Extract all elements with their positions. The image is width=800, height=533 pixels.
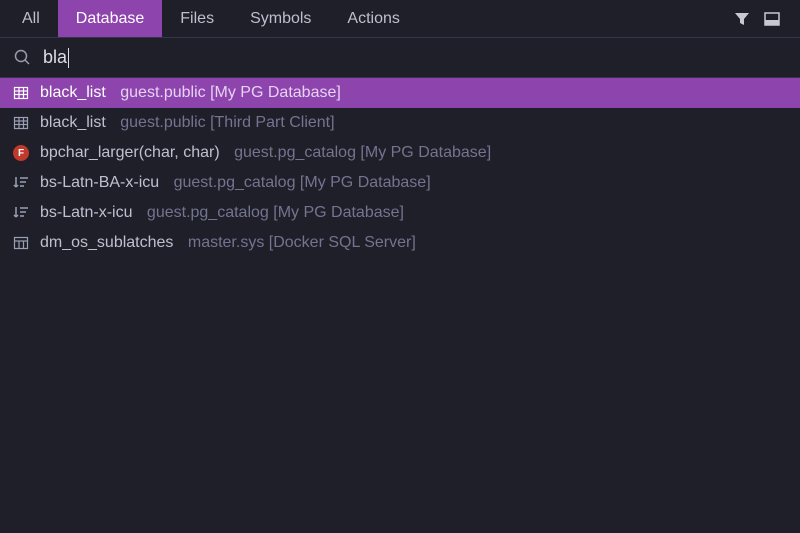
result-path: guest.pg_catalog [My PG Database]: [147, 204, 404, 222]
filter-icon[interactable]: [734, 11, 750, 27]
text-caret: [68, 48, 69, 68]
tabs-bar: All Database Files Symbols Actions: [0, 0, 800, 38]
result-path: master.sys [Docker SQL Server]: [188, 234, 416, 252]
result-row[interactable]: bs-Latn-BA-x-icu guest.pg_catalog [My PG…: [0, 168, 800, 198]
result-name: black_list: [40, 114, 110, 132]
result-row[interactable]: dm_os_sublatches master.sys [Docker SQL …: [0, 228, 800, 258]
result-path: guest.public [Third Part Client]: [120, 114, 334, 132]
tab-database[interactable]: Database: [58, 0, 163, 37]
result-row[interactable]: bs-Latn-x-icu guest.pg_catalog [My PG Da…: [0, 198, 800, 228]
result-row[interactable]: F bpchar_larger(char, char) guest.pg_cat…: [0, 138, 800, 168]
result-path: guest.pg_catalog [My PG Database]: [234, 144, 491, 162]
tab-all[interactable]: All: [4, 0, 58, 37]
result-name: bpchar_larger(char, char): [40, 144, 224, 162]
tab-files[interactable]: Files: [162, 0, 232, 37]
tab-symbols[interactable]: Symbols: [232, 0, 329, 37]
result-row[interactable]: black_list guest.public [Third Part Clie…: [0, 108, 800, 138]
tab-actions[interactable]: Actions: [329, 0, 417, 37]
result-name: bs-Latn-BA-x-icu: [40, 174, 164, 192]
collation-icon: [12, 204, 30, 222]
function-icon: F: [12, 144, 30, 162]
result-path: guest.pg_catalog [My PG Database]: [174, 174, 431, 192]
result-path: guest.public [My PG Database]: [120, 84, 341, 102]
search-input-value: bla: [43, 47, 67, 68]
result-name: black_list: [40, 84, 110, 102]
table-icon: [12, 84, 30, 102]
results-list: black_list guest.public [My PG Database]…: [0, 78, 800, 258]
result-name: dm_os_sublatches: [40, 234, 178, 252]
search-icon: [14, 49, 31, 66]
panel-icon[interactable]: [764, 11, 780, 27]
result-row[interactable]: black_list guest.public [My PG Database]: [0, 78, 800, 108]
table-icon: [12, 114, 30, 132]
collation-icon: [12, 174, 30, 192]
search-bar: bla: [0, 38, 800, 78]
view-icon: [12, 234, 30, 252]
result-name: bs-Latn-x-icu: [40, 204, 137, 222]
search-input[interactable]: bla: [43, 47, 69, 68]
